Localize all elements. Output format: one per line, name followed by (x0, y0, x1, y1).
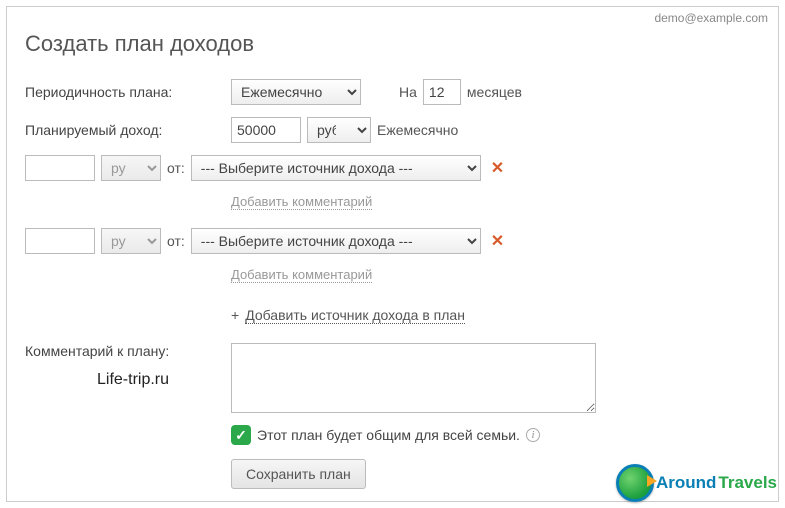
add-comment-link[interactable]: Добавить комментарий (231, 267, 372, 283)
delete-row-icon[interactable]: ✕ (487, 158, 508, 178)
delete-row-icon[interactable]: ✕ (487, 231, 508, 251)
logo-text-travels: Travels (718, 473, 777, 493)
source-row: руб от: --- Выберите источник дохода ---… (25, 228, 760, 254)
months-input[interactable] (423, 79, 461, 105)
income-source-select[interactable]: --- Выберите источник дохода --- (191, 155, 481, 181)
share-plan-row: ✓ Этот план будет общим для всей семьи. … (231, 425, 760, 445)
income-currency-select[interactable]: руб (307, 117, 371, 143)
save-button[interactable]: Сохранить план (231, 459, 366, 489)
share-plan-label: Этот план будет общим для всей семьи. (257, 427, 520, 443)
source-row: руб от: --- Выберите источник дохода ---… (25, 155, 760, 181)
income-source-select[interactable]: --- Выберите источник дохода --- (191, 228, 481, 254)
globe-icon (616, 464, 654, 502)
user-email: demo@example.com (654, 11, 768, 25)
income-amount-input[interactable] (231, 117, 301, 143)
source-amount-input[interactable] (25, 228, 95, 254)
source-currency-select[interactable]: руб (101, 228, 161, 254)
ot-label: от: (167, 233, 185, 249)
months-label: месяцев (467, 84, 522, 100)
plan-comment-textarea[interactable] (231, 343, 596, 413)
add-source-row: + Добавить источник дохода в план (231, 307, 760, 323)
info-icon[interactable]: i (526, 428, 540, 442)
income-label: Планируемый доход: (25, 122, 225, 138)
ot-label: от: (167, 160, 185, 176)
income-period-text: Ежемесячно (377, 122, 458, 138)
add-source-link[interactable]: Добавить источник дохода в план (245, 307, 465, 324)
source-currency-select[interactable]: руб (101, 155, 161, 181)
arrow-icon (647, 475, 657, 487)
income-plan-panel: demo@example.com Создать план доходов Пе… (6, 6, 779, 502)
na-label: На (399, 84, 417, 100)
source-amount-input[interactable] (25, 155, 95, 181)
share-plan-checkbox[interactable]: ✓ (231, 425, 251, 445)
comment-label: Комментарий к плану: (25, 343, 225, 359)
plus-icon: + (231, 307, 239, 323)
period-select[interactable]: Ежемесячно (231, 79, 361, 105)
brand-logo: AroundTravels (616, 464, 777, 502)
income-row: Планируемый доход: руб Ежемесячно (25, 117, 760, 143)
logo-text-around: Around (656, 473, 716, 493)
period-label: Периодичность плана: (25, 84, 225, 100)
period-row: Периодичность плана: Ежемесячно На месяц… (25, 79, 760, 105)
page-title: Создать план доходов (25, 31, 760, 57)
add-comment-link[interactable]: Добавить комментарий (231, 194, 372, 210)
watermark: Life-trip.ru (97, 371, 169, 389)
